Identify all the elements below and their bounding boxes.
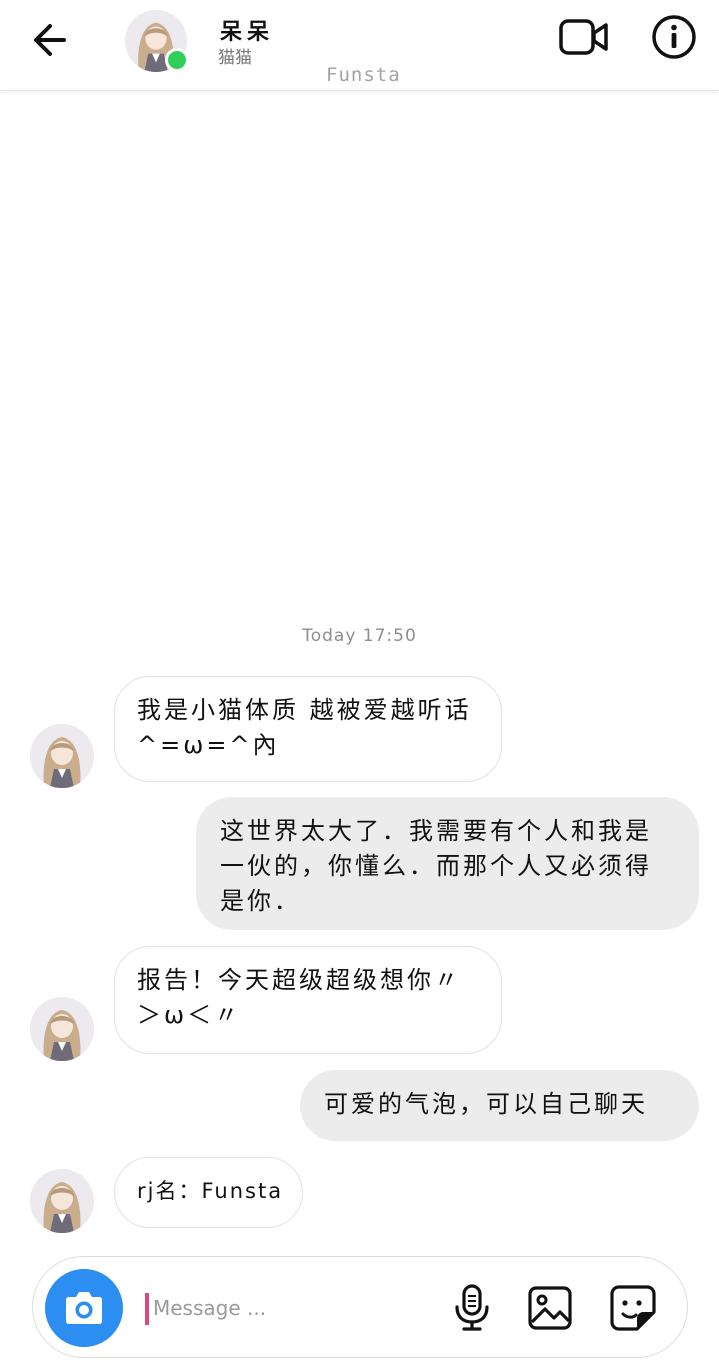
back-button[interactable] [28, 20, 72, 60]
microphone-icon [455, 1284, 489, 1331]
image-icon [528, 1286, 572, 1330]
anime-girl-avatar-icon [30, 1169, 94, 1233]
text-caret [145, 1293, 149, 1325]
sticker-icon [610, 1285, 656, 1331]
message-composer [32, 1256, 688, 1358]
contact-subtitle: 猫猫 [218, 48, 252, 68]
message-input[interactable] [151, 1287, 415, 1329]
arrow-left-icon [34, 24, 66, 56]
incoming-message-bubble[interactable]: rj名：Funsta [114, 1157, 303, 1228]
incoming-message-bubble[interactable]: 我是小猫体质 越被爱越听话^=ω=^內 [114, 676, 502, 782]
gallery-button[interactable] [527, 1285, 573, 1331]
online-status-dot [165, 48, 189, 72]
brand-watermark: Funsta [326, 64, 401, 86]
message-sender-avatar[interactable] [30, 724, 94, 788]
info-button[interactable] [651, 14, 697, 60]
anime-girl-avatar-icon [30, 997, 94, 1061]
sticker-button[interactable] [609, 1284, 657, 1332]
anime-girl-avatar-icon [30, 724, 94, 788]
video-call-button[interactable] [558, 16, 610, 58]
chat-timestamp: Today 17:50 [302, 626, 417, 646]
outgoing-message-bubble[interactable]: 可爱的气泡，可以自己聊天 [300, 1070, 699, 1141]
contact-name[interactable]: 呆呆 [220, 14, 274, 46]
camera-button[interactable] [45, 1269, 123, 1347]
incoming-message-bubble[interactable]: 报告！今天超级超级想你〃＞ω＜〃 [114, 946, 502, 1054]
message-sender-avatar[interactable] [30, 997, 94, 1061]
contact-avatar-wrap[interactable] [125, 10, 189, 72]
outgoing-message-bubble[interactable]: 这世界太大了．我需要有个人和我是一伙的，你懂么．而那个人又必须得是你． [196, 797, 699, 930]
info-icon [652, 15, 696, 59]
message-sender-avatar[interactable] [30, 1169, 94, 1233]
camera-icon [66, 1292, 102, 1324]
video-camera-icon [559, 19, 608, 55]
chat-header: 呆呆 猫猫 Funsta [0, 0, 719, 91]
voice-message-button[interactable] [451, 1283, 493, 1333]
